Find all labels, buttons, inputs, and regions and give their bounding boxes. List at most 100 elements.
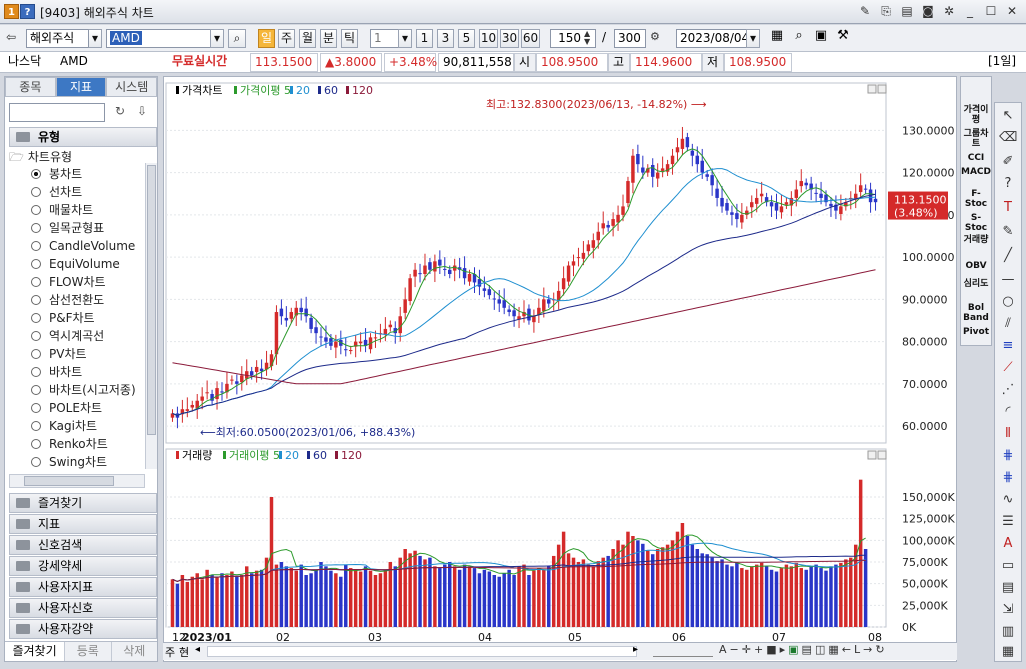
chart-scrollbar[interactable] <box>207 646 637 657</box>
tab-item[interactable]: 종목 <box>5 77 56 97</box>
radio-icon[interactable] <box>31 367 41 377</box>
scroll-right-icon[interactable]: ▸ <box>633 644 638 655</box>
pane-control-icon[interactable] <box>877 450 887 460</box>
frame-icon[interactable]: ▭ <box>999 557 1017 575</box>
help-icon[interactable]: ? <box>20 4 35 19</box>
radio-icon[interactable] <box>31 169 41 179</box>
period-button-week[interactable]: 주 <box>278 29 295 48</box>
disk-icon[interactable]: ▤ <box>802 643 812 656</box>
total-input[interactable]: 300 <box>614 29 646 48</box>
camera-icon[interactable]: ◙ <box>920 3 936 19</box>
radio-icon[interactable] <box>31 457 41 467</box>
interval-dropdown-icon[interactable]: ▾ <box>398 29 412 48</box>
cycle-icon[interactable]: ⦀ <box>999 425 1017 443</box>
tab-favorites[interactable]: 즐겨찾기 <box>5 642 65 661</box>
indicator-shortcut[interactable]: 거래량 <box>961 235 991 245</box>
scroll-left-icon[interactable]: ◂ <box>195 644 200 655</box>
arc-icon[interactable]: ◜ <box>999 403 1017 421</box>
chart-type-item[interactable]: Swing차트 <box>31 453 107 471</box>
radio-icon[interactable] <box>31 277 41 287</box>
chart-type-item[interactable]: 역시계곡선 <box>31 327 104 345</box>
chart-type-item[interactable]: CandleVolume <box>31 237 135 255</box>
fan-icon[interactable]: ⋰ <box>999 381 1017 399</box>
scrollbar-thumb-h[interactable] <box>24 476 114 486</box>
font-icon[interactable]: A <box>719 643 727 656</box>
chart-type-item[interactable]: P&F차트 <box>31 309 95 327</box>
text-tool-icon[interactable]: T <box>999 199 1017 217</box>
channel-icon[interactable]: ⫽ <box>999 315 1017 333</box>
refresh-chart-icon[interactable]: ↻ <box>875 643 884 656</box>
trend-icon[interactable]: ⋕ <box>999 469 1017 487</box>
line-icon[interactable]: L <box>854 643 860 656</box>
type-section-header[interactable]: 유형 <box>9 127 157 147</box>
scrollbar-thumb[interactable] <box>147 165 156 435</box>
chart-type-item[interactable]: 일목균형표 <box>31 219 104 237</box>
circle-icon[interactable]: ○ <box>999 293 1017 311</box>
radio-icon[interactable] <box>31 331 41 341</box>
gear-icon[interactable]: ✲ <box>941 3 957 19</box>
next-icon[interactable]: ▸ <box>780 643 786 656</box>
chart-type-item[interactable]: FLOW차트 <box>31 273 106 291</box>
stop-icon[interactable]: ■ <box>766 643 776 656</box>
chart-type-item[interactable]: 선차트 <box>31 183 82 201</box>
chart-type-item[interactable]: 봉차트 <box>31 165 82 183</box>
indicator-search-input[interactable] <box>9 103 105 122</box>
count-stepper[interactable]: ▲ ▼ <box>584 30 590 46</box>
chart-area[interactable]: 130.0000120.0000110.0000100.000090.00008… <box>163 76 957 662</box>
close-icon[interactable]: ✕ <box>1004 3 1020 19</box>
indicator-shortcut[interactable]: 심리도 <box>961 279 991 289</box>
eraser-icon[interactable]: ⌫ <box>999 129 1017 147</box>
scrollbar-vertical[interactable] <box>145 163 157 469</box>
line-tool-icon[interactable]: ╱ <box>999 247 1017 265</box>
tab-indicator[interactable]: 지표 <box>55 77 107 97</box>
right-arrow-icon[interactable]: → <box>863 643 872 656</box>
scrollbar-horizontal[interactable] <box>9 474 145 488</box>
register-button[interactable]: 등록 <box>64 642 111 661</box>
bottom-current-label[interactable]: 현 <box>179 644 189 660</box>
indicator-shortcut[interactable]: F-Stoc <box>961 189 991 209</box>
download-icon[interactable]: ⇩ <box>133 104 151 121</box>
link-icon[interactable]: ⎘ <box>878 3 894 19</box>
section-header[interactable]: 신호검색 <box>9 535 157 555</box>
section-header[interactable]: 즐겨찾기 <box>9 493 157 513</box>
chart-type-item[interactable]: POLE차트 <box>31 399 102 417</box>
radio-icon[interactable] <box>31 241 41 251</box>
radio-icon[interactable] <box>31 403 41 413</box>
left-arrow-icon[interactable]: ← <box>842 643 851 656</box>
refresh-icon[interactable]: ↻ <box>111 104 129 121</box>
radio-icon[interactable] <box>31 205 41 215</box>
tools-icon[interactable]: ⚒ <box>834 28 852 46</box>
radio-icon[interactable] <box>31 385 41 395</box>
maximize-icon[interactable]: ☐ <box>983 3 999 19</box>
save-icon[interactable]: ▣ <box>812 28 830 46</box>
pane-control-icon[interactable] <box>877 84 887 94</box>
chart-type-tree-root[interactable]: 🗁 차트유형 <box>9 148 72 166</box>
eraser-all-icon[interactable]: ✐ <box>999 153 1017 171</box>
symbol-input[interactable]: AMD <box>106 29 224 48</box>
section-header[interactable]: 지표 <box>9 514 157 534</box>
indicator-shortcut[interactable]: OBV <box>961 261 991 271</box>
back-arrow-icon[interactable]: ⇦ <box>6 30 22 46</box>
section-header[interactable]: 사용자지표 <box>9 577 157 597</box>
plus-icon[interactable]: ✛ <box>742 643 751 656</box>
pencil-icon[interactable]: ✎ <box>999 223 1017 241</box>
add-icon[interactable]: + <box>754 643 763 656</box>
interval-button-30[interactable]: 30 <box>500 29 519 48</box>
indicator-shortcut[interactable]: 가격이평 <box>961 105 991 125</box>
radio-icon[interactable] <box>31 187 41 197</box>
interval-button-1[interactable]: 1 <box>416 29 433 48</box>
hline-icon[interactable]: — <box>999 271 1017 289</box>
section-header[interactable]: 강세약세 <box>9 556 157 576</box>
bottom-week-label[interactable]: 주 <box>165 644 175 660</box>
pane-control-icon[interactable] <box>867 84 877 94</box>
indicator-shortcut[interactable]: 그룹차트 <box>961 129 991 149</box>
pane-control-icon[interactable] <box>867 450 877 460</box>
radio-icon[interactable] <box>31 259 41 269</box>
doc2-icon[interactable]: ▦ <box>999 643 1017 661</box>
auto-icon[interactable]: A <box>999 535 1017 553</box>
indicator-shortcut[interactable]: CCI <box>961 153 991 163</box>
period-button-minute[interactable]: 분 <box>320 29 337 48</box>
tab-system[interactable]: 시스템 <box>106 77 158 97</box>
radio-icon[interactable] <box>31 313 41 323</box>
chart-type-item[interactable]: EquiVolume <box>31 255 120 273</box>
